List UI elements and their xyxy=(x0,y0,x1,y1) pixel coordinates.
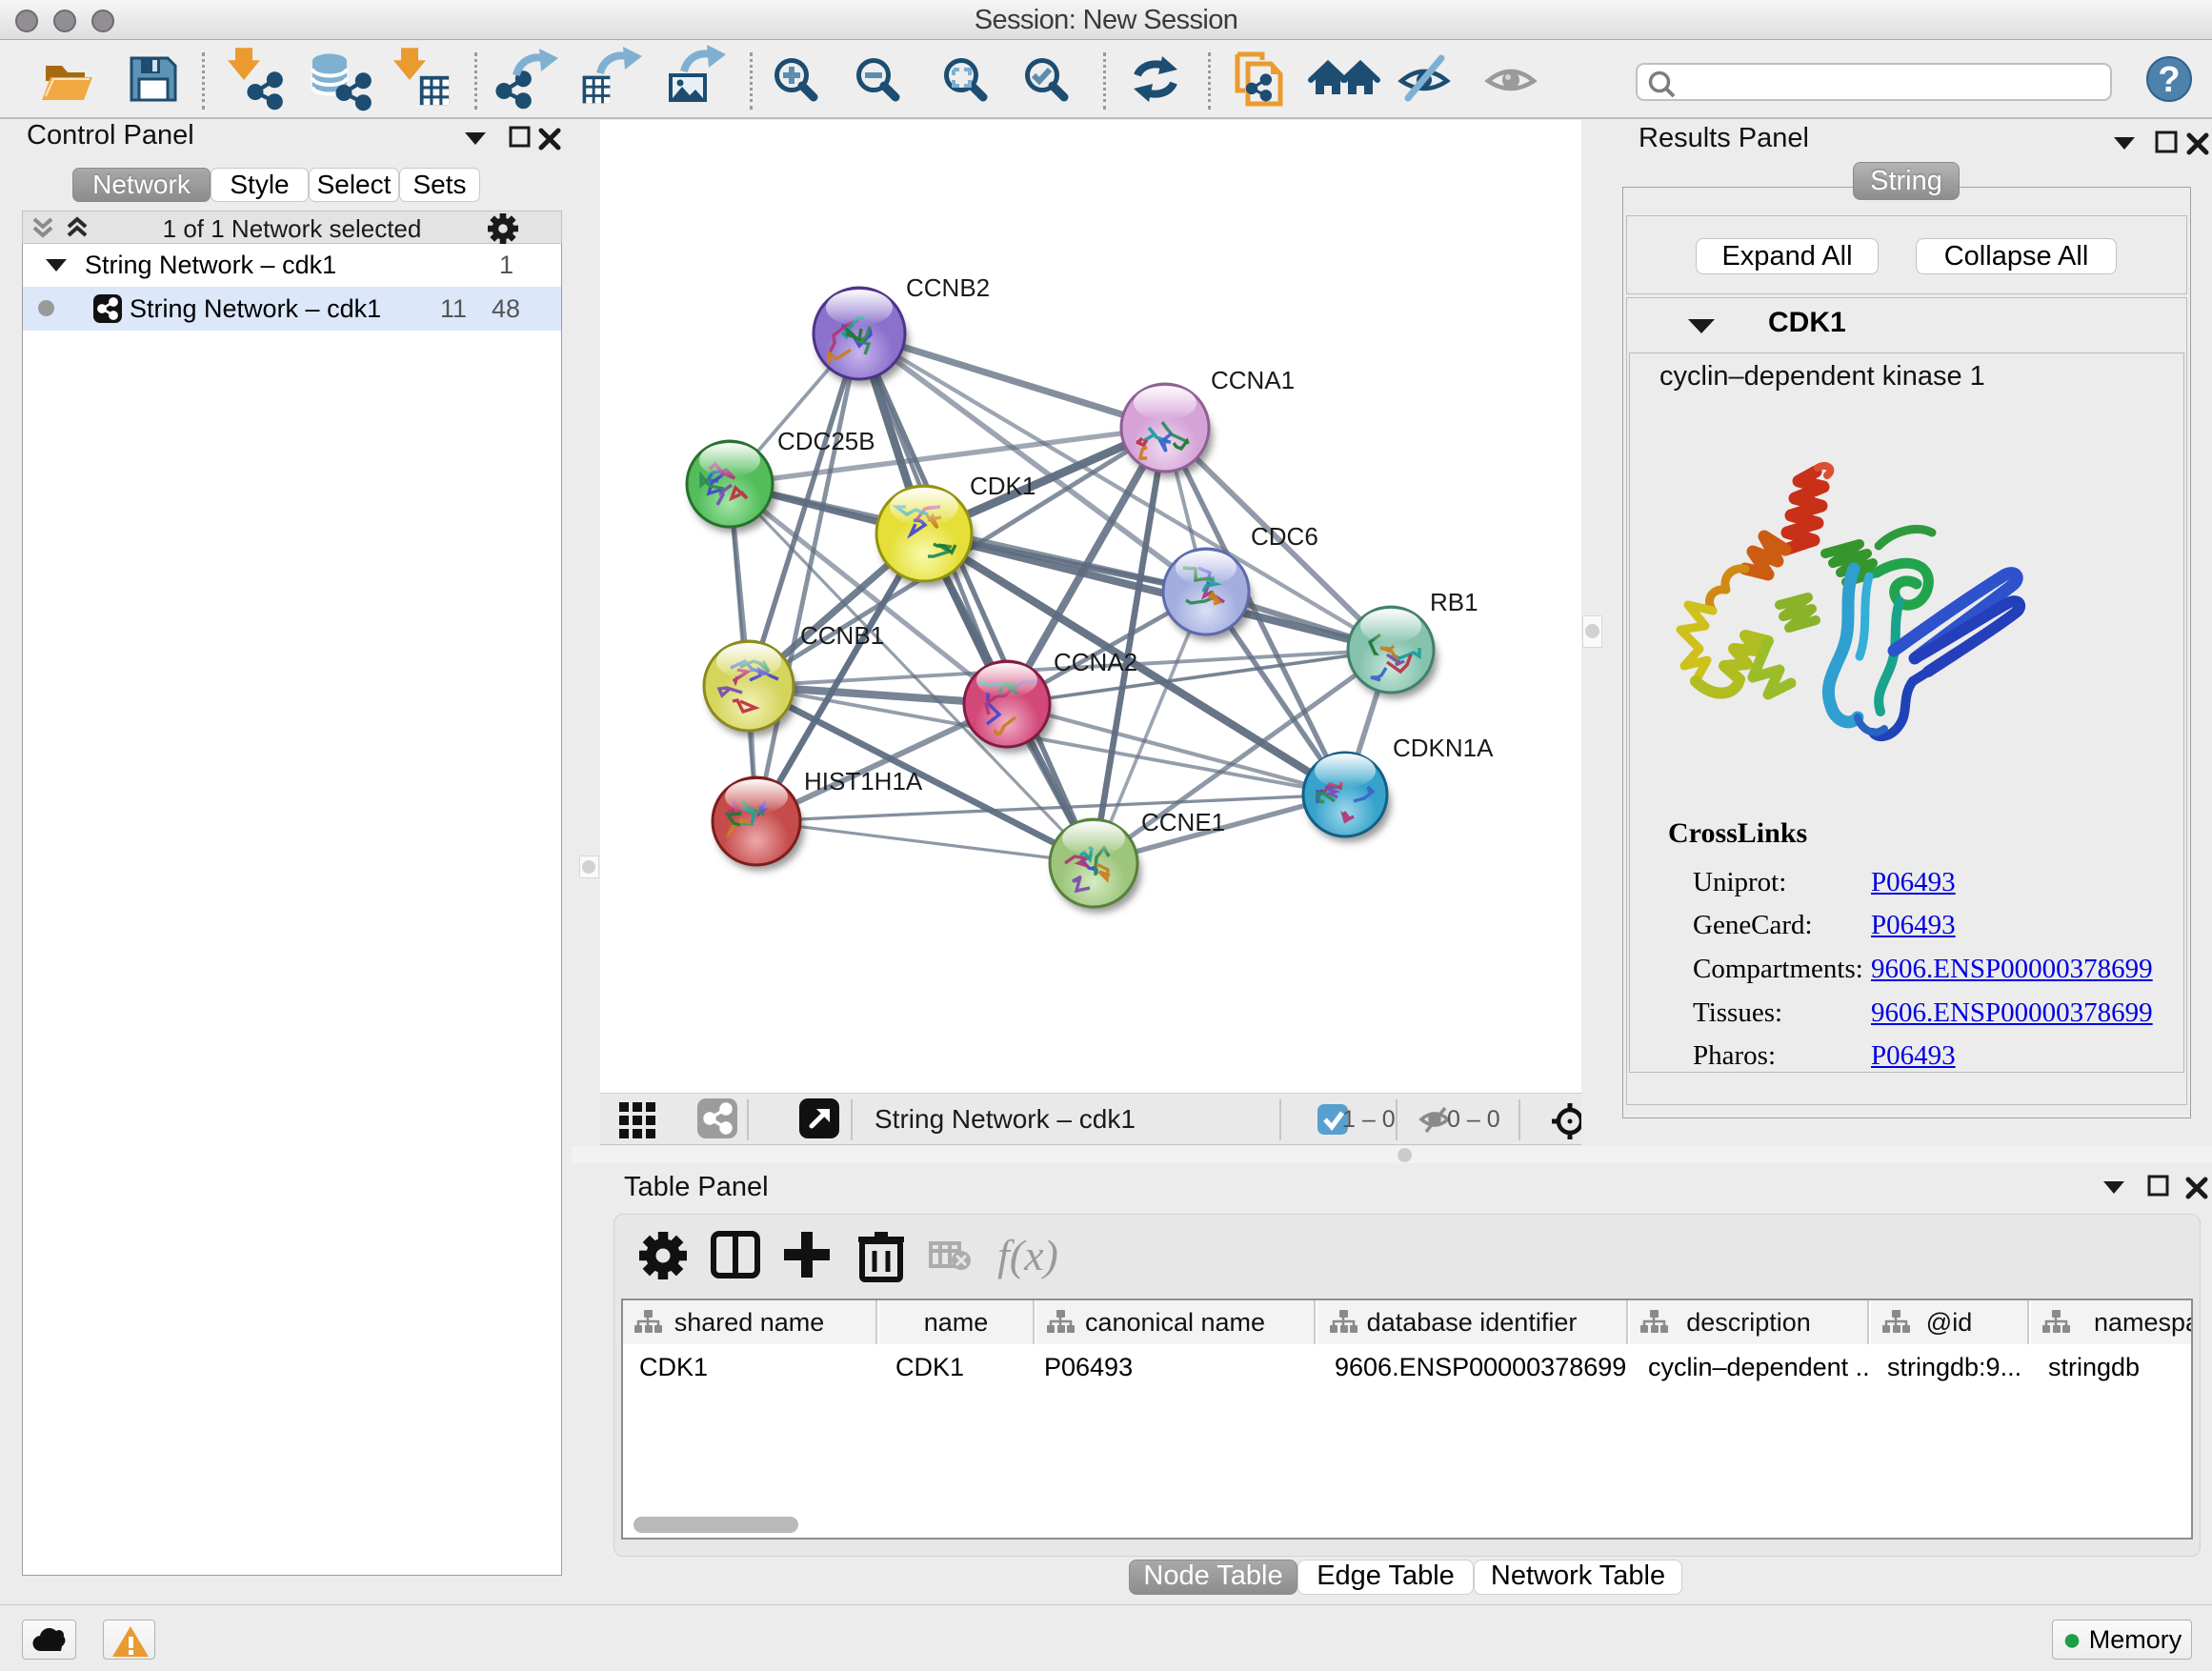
svg-text:f(x): f(x) xyxy=(997,1231,1058,1279)
svg-text:CCNB1: CCNB1 xyxy=(800,621,884,650)
svg-text:CCNE1: CCNE1 xyxy=(1141,808,1225,836)
svg-text:CDC6: CDC6 xyxy=(1251,522,1318,551)
svg-text:CDC25B: CDC25B xyxy=(777,427,875,455)
svg-text:CDKN1A: CDKN1A xyxy=(1393,734,1494,762)
svg-text:CCNB2: CCNB2 xyxy=(906,273,990,302)
svg-text:HIST1H1A: HIST1H1A xyxy=(804,767,923,795)
svg-text:CCNA1: CCNA1 xyxy=(1211,366,1295,394)
svg-text:?: ? xyxy=(2158,60,2180,100)
svg-text:RB1: RB1 xyxy=(1430,588,1478,616)
svg-text:CDK1: CDK1 xyxy=(970,472,1036,500)
svg-text:CCNA2: CCNA2 xyxy=(1054,648,1137,676)
